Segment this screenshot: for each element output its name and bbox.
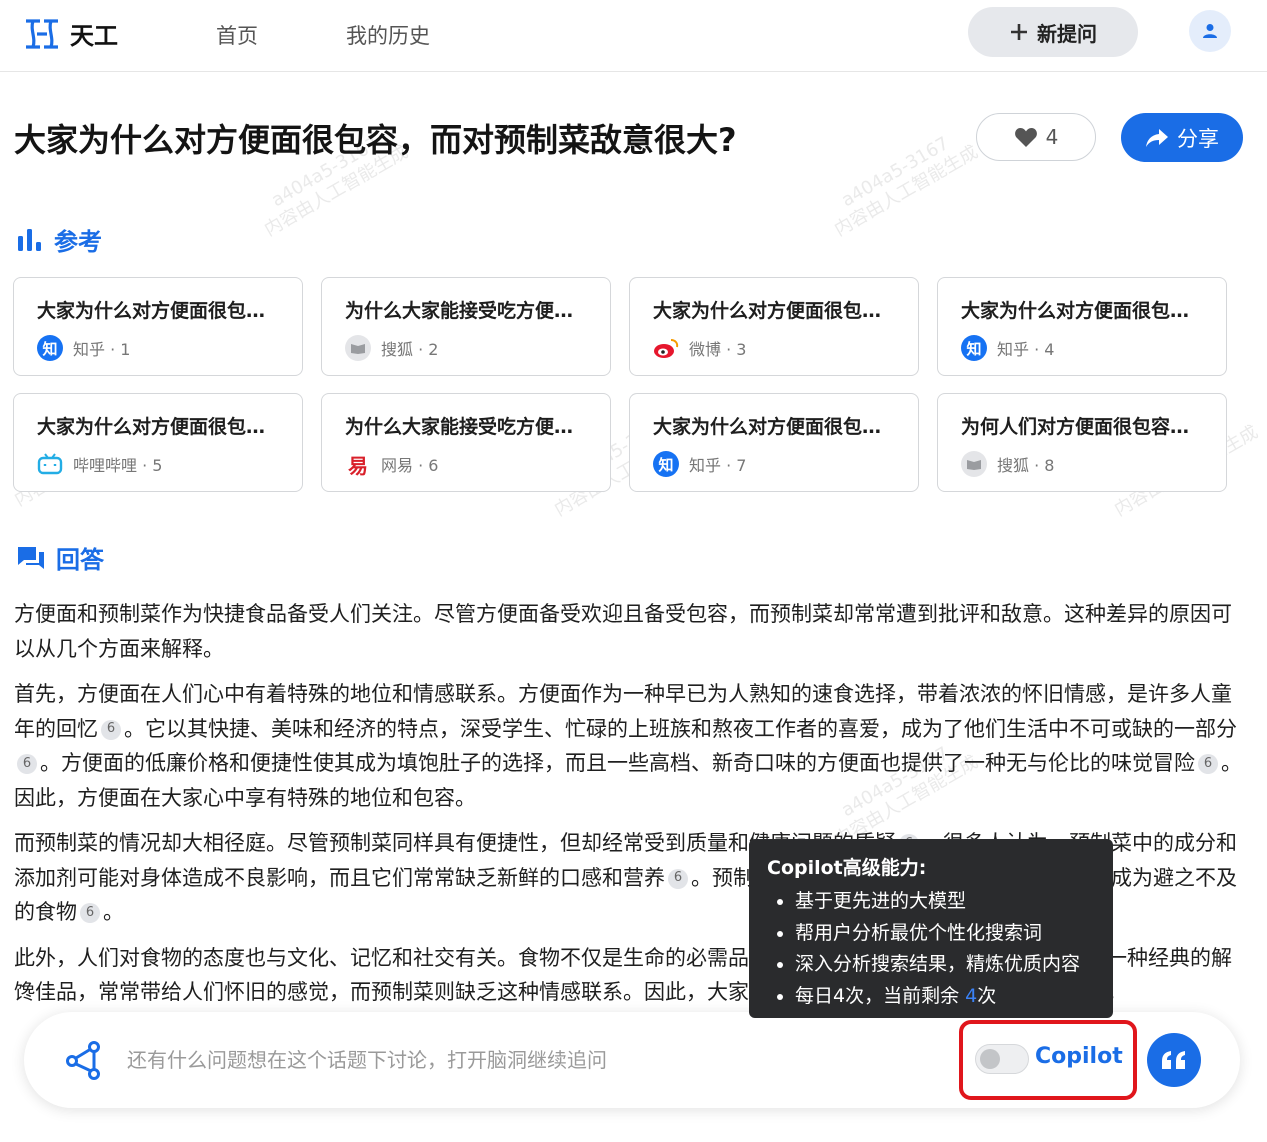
copilot-tooltip: Copilot高级能力: 基于更先进的大模型 帮用户分析最优个性化搜索词 深入分… [749,839,1113,1018]
tooltip-item-quota: 每日4次，当前剩余 4次 [767,981,1095,1013]
reference-list: 大家为什么对方便面很包容，而对预制菜敌意很大? 知 知乎 · 1 为什么大家能接… [13,277,1243,492]
reference-card[interactable]: 大家为什么对方便面很包容… 知 知乎 · 4 [937,277,1227,376]
reference-title: 大家为什么对方便面很包容，而对预制菜敌意很大? [653,300,896,322]
bilibili-icon [37,451,63,477]
reference-title: 为什么大家能接受吃方便面，却不接受预制菜? [345,416,588,438]
references-heading: 参考 [16,222,102,257]
send-button[interactable] [1147,1033,1201,1087]
answer-label: 回答 [56,546,104,574]
remaining-count: 4 [965,984,978,1007]
citation-badge[interactable]: 6 [101,719,121,740]
reference-source: 微博 · 3 [689,340,747,359]
reference-title: 为何人们对方便面很包容，… [961,416,1204,438]
nav-home[interactable]: 首页 [216,20,258,50]
zhihu-icon: 知 [653,451,679,477]
answer-heading: 回答 [16,540,104,575]
reference-source: 知乎 · 1 [73,340,131,359]
tiangong-logo-icon [26,18,58,49]
nav-history[interactable]: 我的历史 [346,20,430,50]
reference-title: 大家为什么对方便面很包容，而对预制菜敌意很大? [653,416,896,438]
zhihu-icon: 知 [961,335,987,361]
share-label: 分享 [1177,126,1219,151]
copilot-toggle[interactable] [975,1044,1029,1074]
quote-icon [1162,1051,1185,1069]
reference-title: 大家为什么对方便面很包容，而对预制菜敌意很大? [37,416,280,438]
share-nodes-icon [66,1041,100,1080]
reference-title: 为什么大家能接受吃方便面，却不接受预制菜? [345,300,588,322]
reference-card[interactable]: 大家为什么对方便面很包容，而对预制菜敌意很大? 知 知乎 · 1 [13,277,303,376]
tiangong-logo[interactable]: 天工 [24,16,118,51]
plus-icon [1011,24,1027,40]
reference-title: 大家为什么对方便面很包容… [961,300,1204,322]
answer-paragraph: 首先，方便面在人们心中有着特殊的地位和情感联系。方便面作为一种早已为人熟知的速食… [14,682,1242,810]
heart-icon [1014,128,1037,147]
reference-card[interactable]: 为什么大家能接受吃方便面，却不接受预制菜? 易 网易 · 6 [321,393,611,492]
reference-source: 哔哩哔哩 · 5 [73,456,163,475]
share-button[interactable]: 分享 [1121,113,1243,162]
reference-card[interactable]: 大家为什么对方便面很包容，而对预制菜敌意很大? 知 知乎 · 7 [629,393,919,492]
like-button[interactable]: 4 [976,113,1096,161]
reference-card[interactable]: 大家为什么对方便面很包容，而对预制菜敌意很大? 微博 · 3 [629,277,919,376]
weibo-icon [653,335,679,361]
zhihu-icon: 知 [37,335,63,361]
copilot-label[interactable]: Copilot [1035,1044,1123,1069]
watermark: a404a5-3167内容由人工智能生成 [830,132,982,241]
citation-badge[interactable]: 6 [668,868,688,889]
tooltip-item: 帮用户分析最优个性化搜索词 [767,918,1095,950]
reference-source: 知乎 · 7 [689,456,747,475]
like-count: 4 [1045,125,1059,149]
logo-text: 天工 [70,22,118,50]
user-icon [1203,24,1217,38]
share-icon [1146,128,1168,147]
tooltip-item: 深入分析搜索结果，精炼优质内容 [767,949,1095,981]
answer-paragraph: 方便面和预制菜作为快捷食品备受人们关注。尽管方便面备受欢迎且备受包容，而预制菜却… [14,602,1232,661]
reference-card[interactable]: 为什么大家能接受吃方便面，却不接受预制菜? 搜狐 · 2 [321,277,611,376]
new-question-label: 新提问 [1037,21,1097,46]
user-avatar[interactable] [1189,10,1231,52]
reference-source: 知乎 · 4 [997,340,1055,359]
new-question-button[interactable]: 新提问 [968,7,1138,57]
reference-card[interactable]: 为何人们对方便面很包容，… 搜狐 · 8 [937,393,1227,492]
sohu-icon [961,451,987,477]
follow-up-input[interactable]: 还有什么问题想在这个话题下讨论，打开脑洞继续追问 [127,1044,607,1073]
question-title: 大家为什么对方便面很包容，而对预制菜敌意很大? [14,121,737,159]
reference-source: 网易 · 6 [381,456,439,475]
top-header: 天工 首页 我的历史 新提问 [0,0,1267,72]
netease-icon: 易 [345,451,371,478]
reference-source: 搜狐 · 2 [381,340,439,359]
bar-chart-icon [18,228,41,251]
toggle-knob [980,1049,1000,1069]
follow-up-input-bar[interactable]: 还有什么问题想在这个话题下讨论，打开脑洞继续追问 Copilot [24,1012,1240,1108]
sohu-icon [345,335,371,361]
citation-badge[interactable]: 6 [80,903,100,923]
reference-card[interactable]: 大家为什么对方便面很包容，而对预制菜敌意很大? 哔哩哔哩 · 5 [13,393,303,492]
citation-badge[interactable]: 6 [17,754,37,774]
references-label: 参考 [54,228,102,256]
citation-badge[interactable]: 6 [1198,754,1218,774]
chat-bubbles-icon [18,546,44,569]
reference-title: 大家为什么对方便面很包容，而对预制菜敌意很大? [37,300,280,322]
tooltip-item: 基于更先进的大模型 [767,886,1095,918]
tooltip-title: Copilot高级能力: [767,857,927,879]
reference-source: 搜狐 · 8 [997,456,1055,475]
